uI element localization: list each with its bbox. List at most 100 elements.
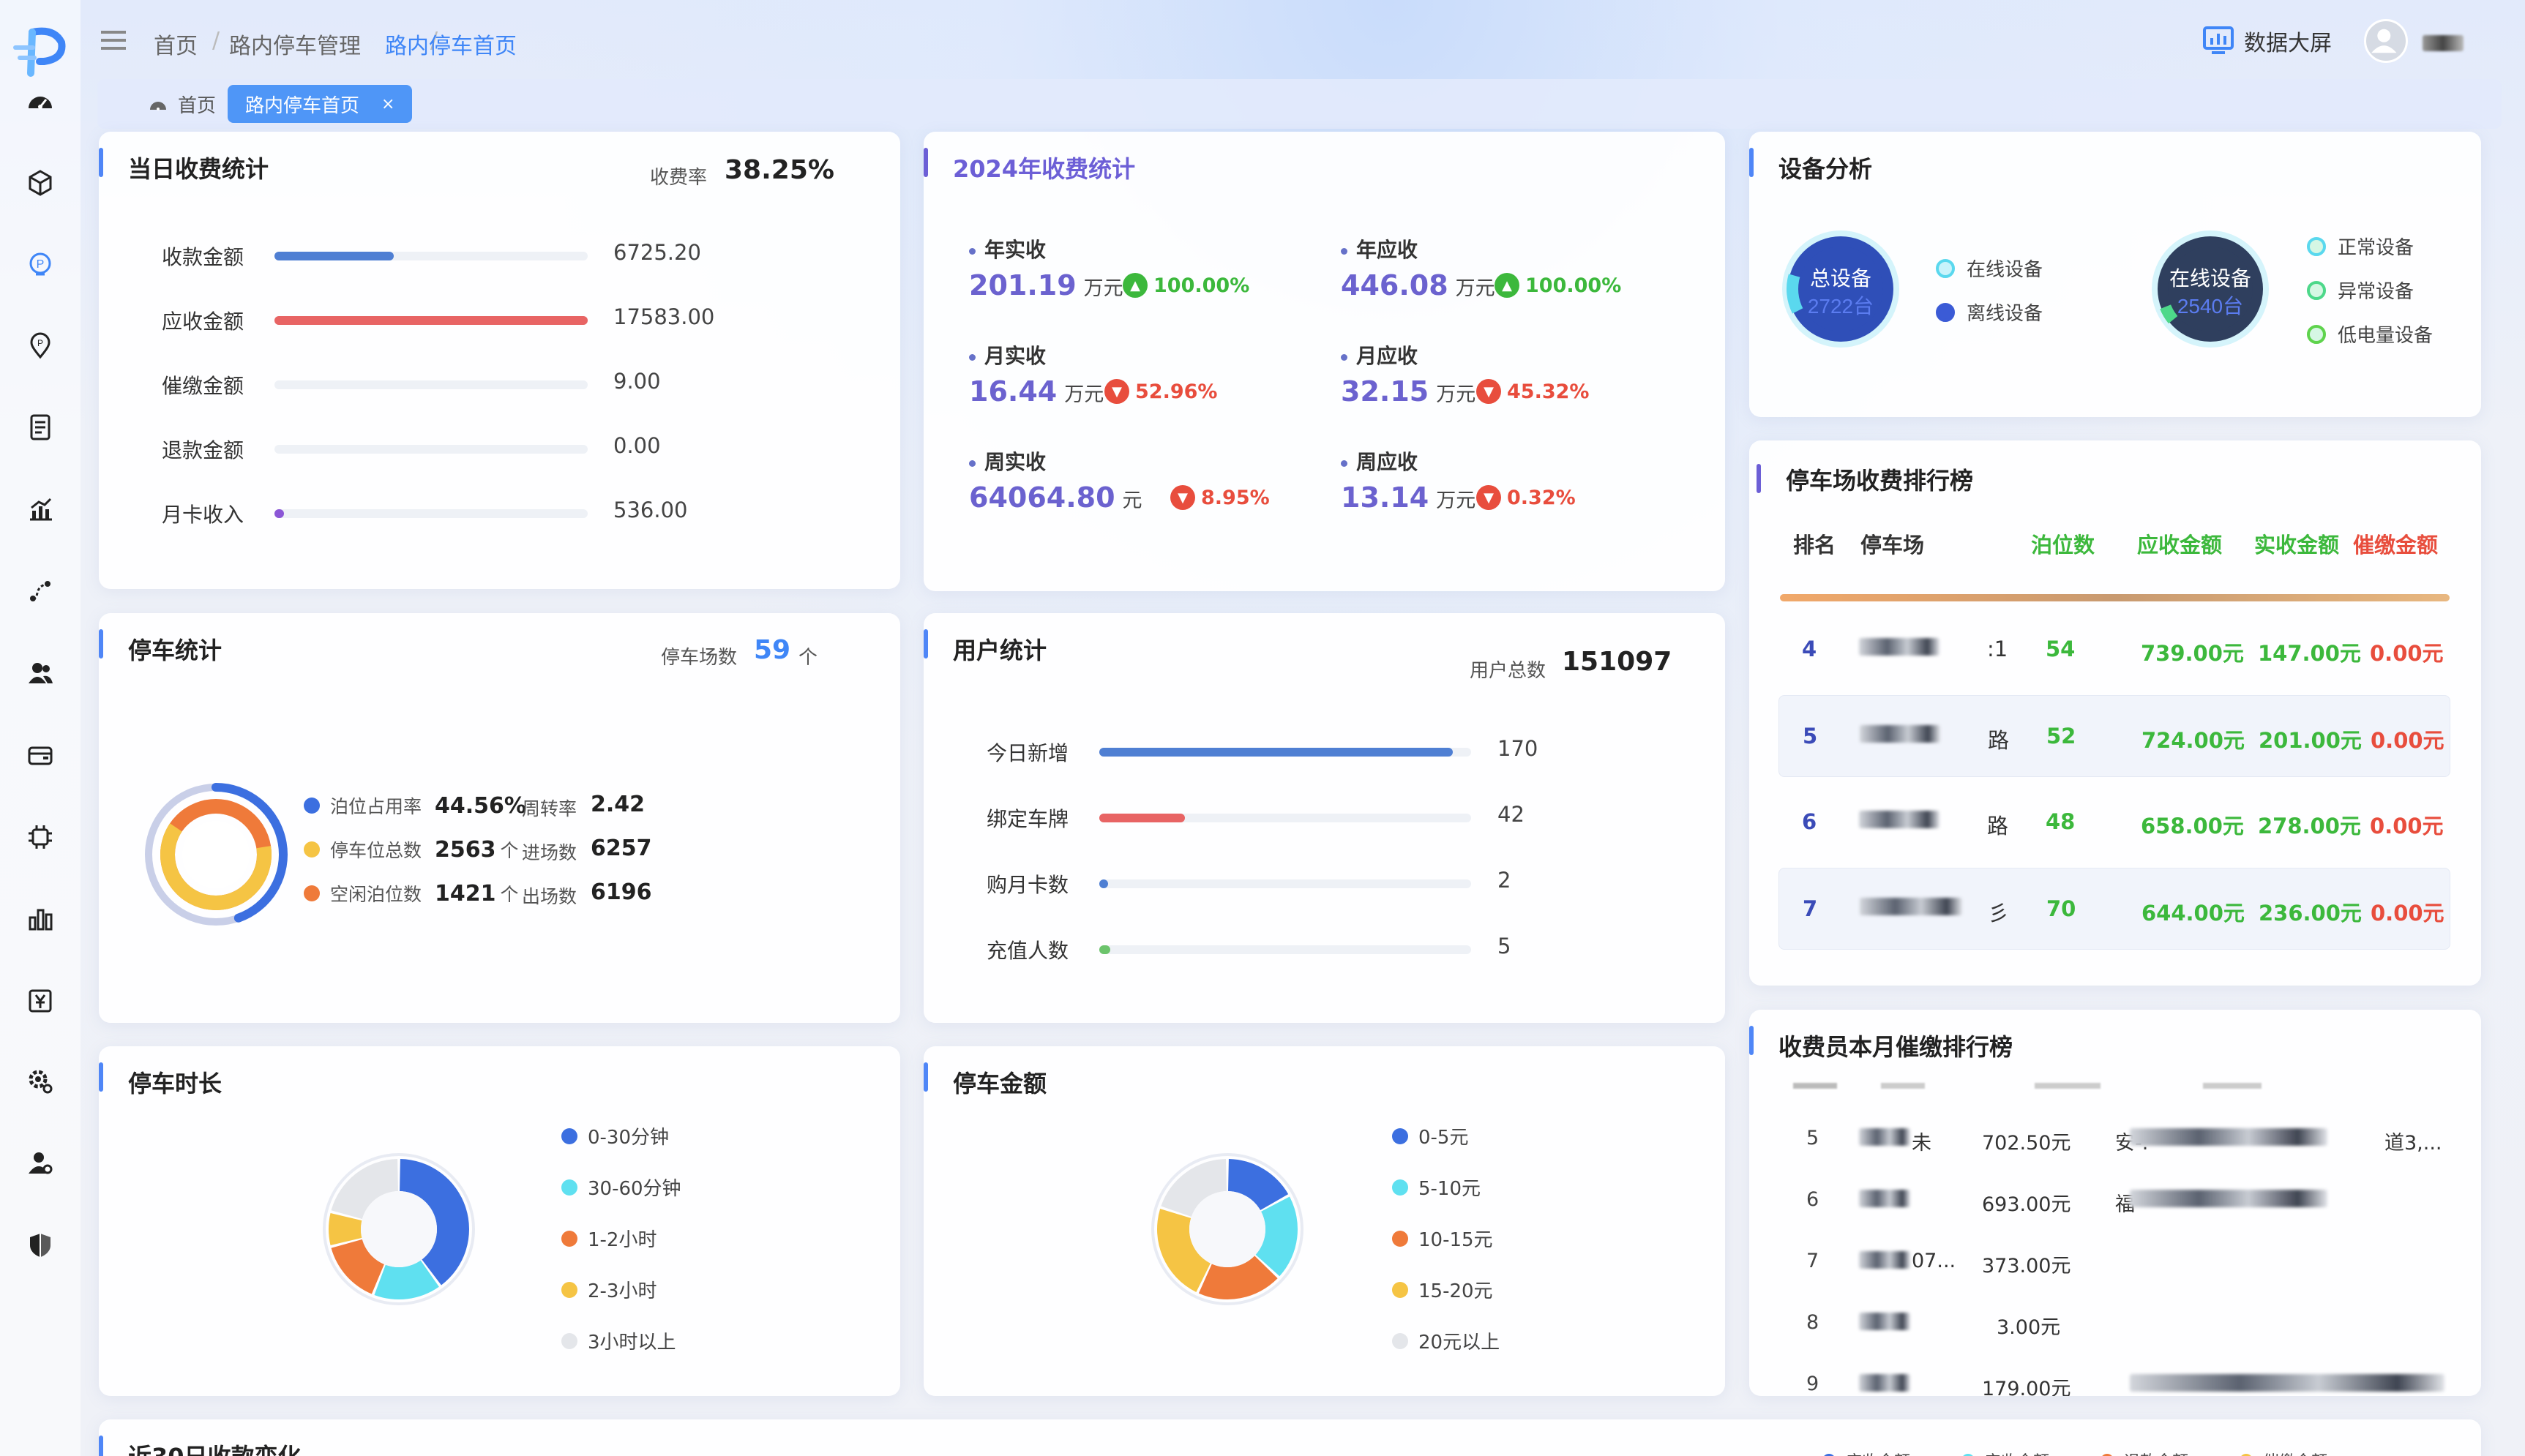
legend-item[interactable]: 15-20元 xyxy=(1392,1276,1493,1303)
tab-home[interactable]: 首页 xyxy=(131,85,233,123)
chip-icon xyxy=(29,825,52,849)
table-row[interactable]: 4:1 54 739.00元 147.00元 0.00元 xyxy=(1778,609,2450,691)
title-accent xyxy=(924,148,928,177)
parking-stat-value: 1421 xyxy=(435,880,496,907)
duration-slice[interactable] xyxy=(329,1212,362,1246)
sidebar-item-dashboard[interactable] xyxy=(24,85,56,117)
legend-item[interactable]: 退款金额 xyxy=(2101,1449,2188,1456)
sidebar-item-cube[interactable] xyxy=(24,167,56,199)
year-stat-label-text: 月应收 xyxy=(1356,344,1418,368)
device-legend-item[interactable]: 离线设备 xyxy=(1936,299,2043,326)
sidebar-item-settings-gear[interactable] xyxy=(24,1065,56,1097)
location-pin-icon: P xyxy=(30,332,50,359)
collector-area-blurred xyxy=(2130,1374,2444,1392)
legend-item[interactable]: 3小时以上 xyxy=(561,1327,676,1354)
collector-rank: 9 xyxy=(1806,1373,1819,1395)
user-row-track xyxy=(1099,814,1471,822)
bullet-dot xyxy=(1341,247,1347,255)
legend-item[interactable]: 0-30分钟 xyxy=(561,1122,669,1149)
sidebar-item-route[interactable] xyxy=(24,575,56,607)
svg-text:P: P xyxy=(37,338,43,348)
table-row[interactable]: 5 路 52 724.00元 201.00元 0.00元 xyxy=(1778,695,2450,777)
sidebar-item-users[interactable] xyxy=(24,657,56,689)
parking-stat-label: 停车位总数 xyxy=(330,840,422,861)
big-screen-label: 数据大屏 xyxy=(2244,31,2332,56)
sidebar-item-building-stats[interactable] xyxy=(24,903,56,935)
user-row-value: 2 xyxy=(1497,868,1511,893)
year-stat-number: 446.08 xyxy=(1341,269,1448,301)
sidebar-item-parking-p[interactable]: P xyxy=(24,249,56,281)
collector-area-blurred xyxy=(2130,1190,2327,1207)
legend-dot xyxy=(2307,280,2326,300)
user-name-blurred[interactable] xyxy=(2423,35,2464,51)
year-stat-label-text: 年实收 xyxy=(984,238,1047,262)
document-list-icon xyxy=(30,414,50,440)
fee-row-value: 0.00 xyxy=(613,433,661,458)
sidebar-item-chart[interactable] xyxy=(24,493,56,525)
sidebar-item-yuan-bill[interactable] xyxy=(24,985,56,1017)
collector-name-tail: 07... xyxy=(1912,1250,1956,1272)
legend-dot xyxy=(2307,236,2326,256)
table-row[interactable]: 6 路 48 658.00元 278.00元 0.00元 xyxy=(1778,781,2450,863)
device-legend-item[interactable]: 在线设备 xyxy=(1936,255,2043,282)
menu-toggle-icon[interactable] xyxy=(101,29,126,51)
legend-item[interactable]: 20元以上 xyxy=(1392,1327,1500,1354)
year-stat-value: 16.44 万元 xyxy=(969,375,1104,408)
tab-onstreet-home[interactable]: 路内停车首页 × xyxy=(228,85,413,123)
collector-rank: 6 xyxy=(1806,1188,1819,1211)
title-accent xyxy=(924,1062,928,1092)
legend-item[interactable]: 2-3小时 xyxy=(561,1276,656,1303)
avatar[interactable] xyxy=(2364,19,2408,63)
parking-stat-value2: 6257 xyxy=(591,836,652,861)
device-legend-item[interactable]: 低电量设备 xyxy=(2307,320,2433,348)
app-logo[interactable] xyxy=(10,26,69,78)
yuan-bill-icon xyxy=(29,989,52,1013)
fee-row-track xyxy=(274,445,588,454)
lot-name-tail: 路 xyxy=(1987,814,2009,838)
parking-stat-item: 泊位占用率 44.56% xyxy=(304,792,526,819)
legend-item[interactable]: 催缴金额 xyxy=(2240,1449,2327,1456)
lot-urge: 0.00元 xyxy=(2370,814,2444,838)
legend-label: 3小时以上 xyxy=(588,1332,676,1354)
legend-dot xyxy=(561,1179,577,1196)
breadcrumb-home[interactable]: 首页 xyxy=(154,28,198,60)
lot-due: 724.00元 xyxy=(2141,728,2245,753)
year-stat-pct: 8.95% xyxy=(1201,486,1270,509)
fee-row-fill xyxy=(274,509,284,518)
device-legend-item[interactable]: 正常设备 xyxy=(2307,233,2414,260)
year-stat-value: 64064.80 元 xyxy=(969,481,1142,514)
arrow-down-icon: ▼ xyxy=(1104,379,1129,404)
legend-item[interactable]: 1-2小时 xyxy=(561,1225,656,1252)
duration-donut xyxy=(323,1153,475,1305)
lot-name-blurred xyxy=(1860,725,1940,743)
fee-row-fill xyxy=(274,252,394,260)
legend-label: 离线设备 xyxy=(1967,303,2043,325)
sidebar-item-document-list[interactable] xyxy=(24,411,56,443)
sidebar-item-location-pin[interactable]: P xyxy=(24,329,56,361)
card-title: 收费员本月催缴排行榜 xyxy=(1778,1033,2013,1061)
fee-row-label: 应收金额 xyxy=(161,309,244,334)
breadcrumb-onstreet[interactable]: 路内停车管理 xyxy=(229,28,361,60)
parking-p-icon: P xyxy=(29,252,51,276)
legend-dot xyxy=(561,1281,577,1298)
legend-item[interactable]: 10-15元 xyxy=(1392,1225,1493,1252)
sidebar-item-shield[interactable] xyxy=(24,1229,56,1261)
rank-number: 7 xyxy=(1803,896,1818,921)
fee-row-track xyxy=(274,380,588,389)
table-row[interactable]: 7 彡 70 644.00元 236.00元 0.00元 xyxy=(1778,868,2450,950)
sidebar-item-user-manage[interactable] xyxy=(24,1147,56,1179)
legend-item[interactable]: 30-60分钟 xyxy=(561,1174,681,1201)
device-legend-item[interactable]: 异常设备 xyxy=(2307,277,2414,304)
legend-item[interactable]: 0-5元 xyxy=(1392,1122,1468,1149)
big-screen-button[interactable]: 数据大屏 xyxy=(2203,26,2332,56)
tab-close-icon[interactable]: × xyxy=(381,95,394,113)
legend-label: 低电量设备 xyxy=(2338,325,2434,347)
sidebar-item-wallet[interactable] xyxy=(24,739,56,771)
legend-item[interactable]: 5-10元 xyxy=(1392,1174,1481,1201)
title-accent xyxy=(99,148,103,177)
legend-item[interactable]: 实收金额 xyxy=(1961,1449,2049,1456)
legend-item[interactable]: 应收金额 xyxy=(1822,1449,1910,1456)
sidebar-item-chip[interactable] xyxy=(24,821,56,853)
lot-due: 658.00元 xyxy=(2141,814,2244,838)
lot-name-blurred xyxy=(1859,811,1939,828)
